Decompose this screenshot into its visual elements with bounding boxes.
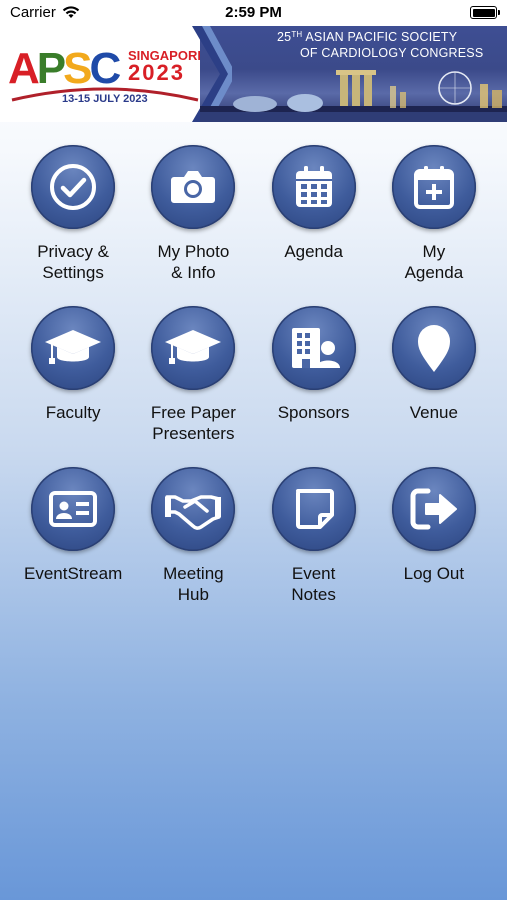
menu-item-venue[interactable]: Venue	[374, 306, 494, 467]
logo-letter-c: C	[89, 44, 122, 93]
menu-item-label: My Photo & Info	[157, 242, 230, 282]
menu-item-my-agenda[interactable]: My Agenda	[374, 145, 494, 306]
menu-item-event-notes[interactable]: Event Notes	[254, 467, 374, 628]
sticky-note-icon	[271, 467, 356, 551]
logo-year: 2023	[128, 60, 185, 85]
menu-item-label: My Agenda	[404, 242, 464, 282]
congress-title-text: ASIAN PACIFIC SOCIETY	[302, 30, 458, 44]
camera-icon	[151, 145, 236, 229]
main-menu-grid: Privacy & Settings My Photo & Info Agend…	[13, 145, 494, 628]
menu-item-meeting-hub[interactable]: Meeting Hub	[133, 467, 253, 628]
menu-item-sponsors[interactable]: Sponsors	[254, 306, 374, 467]
menu-item-privacy-settings[interactable]: Privacy & Settings	[13, 145, 133, 306]
logo-panel: APSC SINGAPORE 2023 13-15 JULY 2023	[0, 26, 210, 122]
id-card-icon	[31, 467, 116, 551]
menu-row: Privacy & Settings My Photo & Info Agend…	[13, 145, 494, 306]
logout-icon	[391, 467, 476, 551]
menu-item-label: Agenda	[284, 242, 343, 261]
apsc-logo: APSC	[8, 44, 122, 94]
menu-item-free-paper-presenters[interactable]: Free Paper Presenters	[133, 306, 253, 467]
battery-icon	[470, 6, 500, 19]
logo-letter-p: P	[36, 44, 66, 93]
logo-letter-a: A	[8, 44, 40, 93]
status-bar: Carrier 2:59 PM	[0, 0, 507, 26]
graduation-cap-icon	[151, 306, 236, 390]
menu-item-faculty[interactable]: Faculty	[13, 306, 133, 467]
building-user-icon	[271, 306, 356, 390]
event-dates: 13-15 JULY 2023	[62, 93, 148, 105]
calendar-icon	[271, 145, 356, 229]
menu-row: Faculty Free Paper Presenters Sponsors V…	[13, 306, 494, 467]
map-pin-icon	[391, 306, 476, 390]
event-banner: APSC SINGAPORE 2023 13-15 JULY 2023 25TH…	[0, 26, 507, 122]
city-skyline-image	[200, 70, 507, 122]
menu-item-label: Privacy & Settings	[37, 242, 110, 282]
congress-number: 25	[277, 30, 292, 44]
logo-letter-s: S	[63, 44, 92, 93]
menu-item-label: Event Notes	[291, 564, 336, 604]
clock: 2:59 PM	[225, 4, 282, 21]
menu-item-agenda[interactable]: Agenda	[254, 145, 374, 306]
menu-item-label: Log Out	[403, 564, 465, 583]
menu-item-eventstream[interactable]: EventStream	[13, 467, 133, 628]
congress-title-line2: OF CARDIOLOGY CONGRESS	[300, 46, 484, 60]
menu-item-label: Venue	[409, 403, 458, 422]
graduation-cap-icon	[31, 306, 116, 390]
menu-item-label: Free Paper Presenters	[150, 403, 236, 443]
menu-item-label: Sponsors	[277, 403, 350, 422]
handshake-icon	[151, 467, 236, 551]
congress-title-line1: 25TH ASIAN PACIFIC SOCIETY	[277, 30, 457, 44]
menu-item-label: Faculty	[45, 403, 101, 422]
check-circle-icon	[31, 145, 116, 229]
menu-item-my-photo-info[interactable]: My Photo & Info	[133, 145, 253, 306]
congress-ordinal: TH	[291, 30, 303, 39]
calendar-plus-icon	[391, 145, 476, 229]
menu-item-label: EventStream	[23, 564, 123, 583]
menu-row: EventStream Meeting Hub Event Notes Log …	[13, 467, 494, 628]
menu-item-log-out[interactable]: Log Out	[374, 467, 494, 628]
menu-item-label: Meeting Hub	[163, 564, 224, 604]
